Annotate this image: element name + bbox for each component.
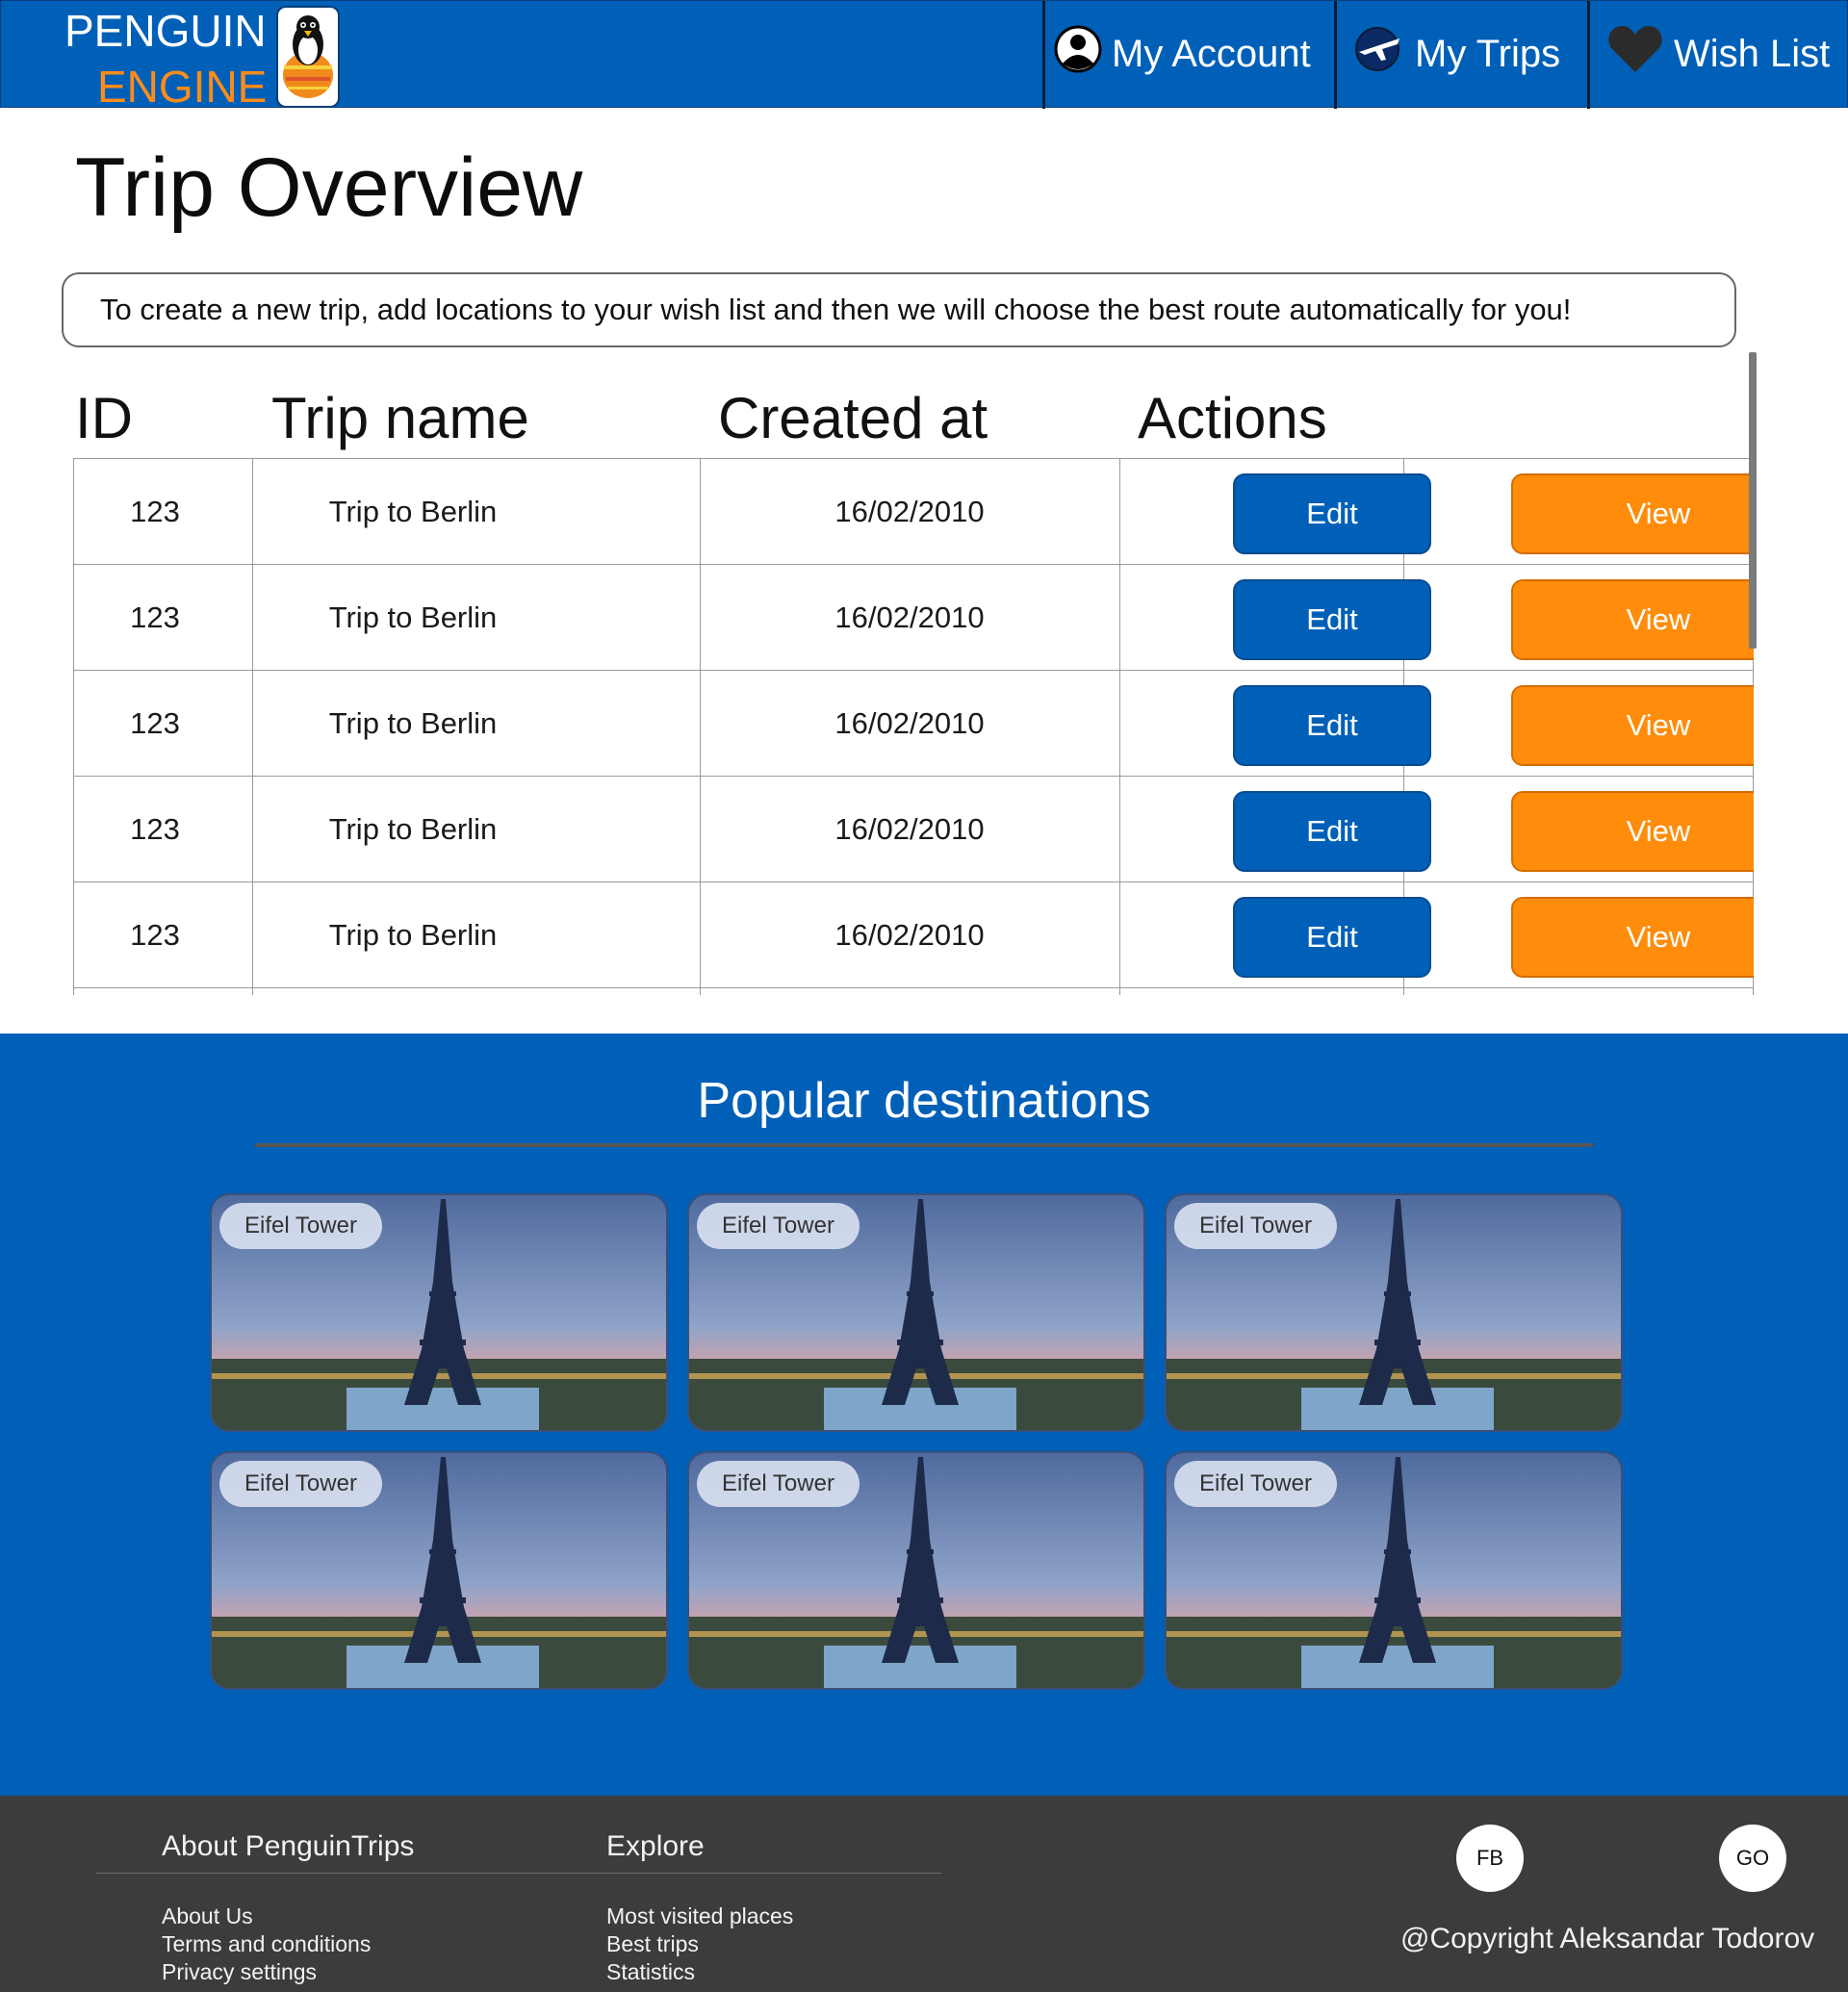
table-row: 123 Trip to Berlin 16/02/2010 Edit View	[73, 458, 1754, 565]
info-message: To create a new trip, add locations to y…	[62, 272, 1736, 347]
cell-created-at: 16/02/2010	[834, 918, 985, 952]
destination-card[interactable]: Eifel Tower	[1165, 1451, 1623, 1690]
top-navbar: PENGUIN ENGINE My Account My Trips Wish …	[0, 0, 1848, 112]
section-title: Popular destinations	[697, 1073, 1151, 1129]
table-row: 123 Trip to Berlin 16/02/2010 Edit View	[73, 776, 1754, 882]
footer-explore-heading: Explore	[606, 1830, 705, 1862]
cell-created-at: 16/02/2010	[834, 495, 985, 528]
footer-link-privacy[interactable]: Privacy settings	[162, 1959, 317, 1985]
nav-my-trips-label: My Trips	[1415, 32, 1561, 75]
card-label: Eifel Tower	[1174, 1461, 1337, 1507]
view-button[interactable]: View	[1511, 897, 1754, 978]
column-header-actions: Actions	[1138, 386, 1327, 450]
cell-trip-name: Trip to Berlin	[328, 918, 498, 952]
edit-button[interactable]: Edit	[1233, 579, 1431, 660]
edit-button[interactable]: Edit	[1233, 791, 1431, 872]
airplane-globe-icon	[1351, 25, 1405, 83]
google-button[interactable]: GO	[1719, 1825, 1786, 1892]
edit-button[interactable]: Edit	[1233, 473, 1431, 554]
logo-line2: ENGINE	[97, 62, 268, 112]
nav-my-trips[interactable]: My Trips	[1351, 1, 1560, 107]
nav-my-account[interactable]: My Account	[1054, 1, 1311, 107]
nav-divider	[1334, 1, 1337, 109]
cell-trip-name: Trip to Berlin	[328, 600, 498, 634]
cell-id: 123	[130, 495, 180, 528]
card-label: Eifel Tower	[219, 1203, 382, 1249]
cell-created-at: 16/02/2010	[834, 600, 985, 634]
user-circle-icon	[1054, 25, 1102, 83]
popular-destinations-section: Popular destinations Eifel Tower Eifel T…	[0, 1034, 1848, 1796]
cell-trip-name: Trip to Berlin	[328, 706, 498, 740]
table-row-partial	[73, 987, 1754, 995]
footer-link-about-us[interactable]: About Us	[162, 1903, 253, 1929]
column-header-created-at: Created at	[718, 386, 988, 450]
cell-trip-name: Trip to Berlin	[328, 812, 498, 846]
page-title: Trip Overview	[75, 141, 583, 234]
section-divider	[255, 1143, 1593, 1147]
edit-button[interactable]: Edit	[1233, 685, 1431, 766]
footer-link-statistics[interactable]: Statistics	[606, 1959, 695, 1985]
nav-divider	[1587, 1, 1590, 109]
footer-about-heading: About PenguinTrips	[162, 1830, 415, 1862]
penguin-logo-icon	[276, 6, 340, 108]
destination-card[interactable]: Eifel Tower	[687, 1451, 1145, 1690]
nav-wish-list-label: Wish List	[1674, 32, 1831, 75]
facebook-button[interactable]: FB	[1456, 1825, 1524, 1892]
view-button[interactable]: View	[1511, 473, 1754, 554]
cell-id: 123	[130, 706, 180, 740]
footer-divider	[96, 1873, 941, 1874]
nav-my-account-label: My Account	[1112, 32, 1311, 75]
nav-divider	[1042, 1, 1045, 109]
destination-card[interactable]: Eifel Tower	[687, 1193, 1145, 1432]
column-header-id: ID	[75, 386, 133, 450]
cell-trip-name: Trip to Berlin	[328, 495, 498, 528]
table-row: 123 Trip to Berlin 16/02/2010 Edit View	[73, 564, 1754, 671]
footer-link-most-visited[interactable]: Most visited places	[606, 1903, 793, 1929]
footer-link-best-trips[interactable]: Best trips	[606, 1931, 699, 1957]
destination-card[interactable]: Eifel Tower	[210, 1451, 668, 1690]
nav-wish-list[interactable]: Wish List	[1606, 1, 1830, 107]
logo-line1: PENGUIN	[64, 6, 267, 56]
column-header-trip-name: Trip name	[271, 386, 529, 450]
view-button[interactable]: View	[1511, 791, 1754, 872]
card-label: Eifel Tower	[219, 1461, 382, 1507]
destination-card[interactable]: Eifel Tower	[1165, 1193, 1623, 1432]
trips-table: 123 Trip to Berlin 16/02/2010 Edit View …	[73, 458, 1754, 995]
table-row: 123 Trip to Berlin 16/02/2010 Edit View	[73, 670, 1754, 777]
destination-card[interactable]: Eifel Tower	[210, 1193, 668, 1432]
footer-link-terms[interactable]: Terms and conditions	[162, 1931, 371, 1957]
card-label: Eifel Tower	[1174, 1203, 1337, 1249]
cell-id: 123	[130, 918, 180, 952]
footer: About PenguinTrips Explore About Us Term…	[0, 1796, 1848, 1992]
card-label: Eifel Tower	[697, 1461, 860, 1507]
cell-id: 123	[130, 812, 180, 846]
table-row: 123 Trip to Berlin 16/02/2010 Edit View	[73, 881, 1754, 988]
table-scrollbar[interactable]	[1749, 352, 1757, 649]
cell-created-at: 16/02/2010	[834, 812, 985, 846]
view-button[interactable]: View	[1511, 685, 1754, 766]
edit-button[interactable]: Edit	[1233, 897, 1431, 978]
card-label: Eifel Tower	[697, 1203, 860, 1249]
cell-created-at: 16/02/2010	[834, 706, 985, 740]
copyright-text: @Copyright Aleksandar Todorov	[1400, 1923, 1815, 1954]
view-button[interactable]: View	[1511, 579, 1754, 660]
heart-icon	[1606, 24, 1664, 84]
cell-id: 123	[130, 600, 180, 634]
